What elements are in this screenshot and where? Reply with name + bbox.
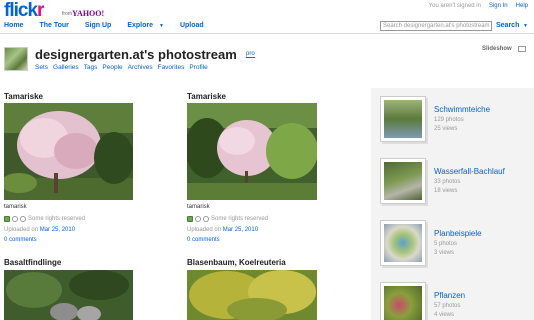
set-thumbnail[interactable] xyxy=(380,282,426,320)
subnav-galleries[interactable]: Galleries xyxy=(53,64,79,71)
rights-text: Some rights reserved xyxy=(211,216,269,222)
share-alike-icon xyxy=(203,216,209,222)
subnav-sets[interactable]: Sets xyxy=(35,64,48,71)
subnav-archives[interactable]: Archives xyxy=(128,64,153,71)
page-title: designergarten.at's photostream xyxy=(35,47,237,62)
photo-thumbnail[interactable] xyxy=(4,270,133,320)
search-button[interactable]: Search xyxy=(496,22,519,29)
set-thumbnail-image xyxy=(384,224,422,262)
cc-license-icon xyxy=(4,216,10,222)
sign-in-link[interactable]: Sign In xyxy=(489,3,508,9)
nav-explore[interactable]: Explore ▼ xyxy=(127,22,164,29)
account-links: You aren't signed in Sign In Help xyxy=(429,3,528,9)
attribution-icon xyxy=(12,216,18,222)
set-name-link[interactable]: Schwimmteiche xyxy=(434,105,490,114)
photo-thumbnail[interactable] xyxy=(187,270,317,320)
logo-text-flick: flick xyxy=(4,0,38,21)
attribution-icon xyxy=(195,216,201,222)
tamarisk-garden-photo xyxy=(187,103,317,200)
set-thumbnail-image xyxy=(384,162,422,200)
upload-date-link[interactable]: Mar 25, 2010 xyxy=(40,227,75,233)
slideshow-link[interactable]: Slideshow xyxy=(482,46,512,52)
pro-badge[interactable]: pro xyxy=(246,51,255,58)
photo-thumbnail[interactable] xyxy=(4,103,133,200)
set-item[interactable]: Schwimmteiche 129 photos 25 views xyxy=(380,96,530,148)
photostream-subnav: Sets Galleries Tags People Archives Favo… xyxy=(35,64,208,71)
set-name-link[interactable]: Pflanzen xyxy=(434,291,465,300)
license-info[interactable]: Some rights reserved xyxy=(187,216,268,222)
flickr-logo[interactable]: flick r xyxy=(4,0,45,21)
photo-title[interactable]: Tamariske xyxy=(187,92,226,101)
from-label: from xyxy=(62,11,72,17)
yahoo-logo: YAHOO! xyxy=(72,9,105,18)
set-name-link[interactable]: Planbeispiele xyxy=(434,229,482,238)
set-photo-count: 5 photos xyxy=(434,241,458,247)
set-view-count: 3 views xyxy=(434,250,455,256)
nav-home[interactable]: Home xyxy=(4,22,23,29)
photo-title[interactable]: Tamariske xyxy=(4,92,43,101)
set-item[interactable]: Pflanzen 57 photos 4 views xyxy=(380,282,530,320)
set-view-count: 25 views xyxy=(434,126,458,132)
help-link[interactable]: Help xyxy=(516,3,528,9)
search-options-chevron-icon[interactable]: ▼ xyxy=(523,23,528,29)
photo-thumbnail[interactable] xyxy=(187,103,317,200)
nav-divider xyxy=(0,33,534,34)
nav-explore-label: Explore xyxy=(127,22,154,29)
set-thumbnail[interactable] xyxy=(380,158,426,204)
basalt-boulders-photo xyxy=(4,270,133,320)
tamarisk-photo xyxy=(4,103,133,200)
photo-title[interactable]: Basaltfindlinge xyxy=(4,258,61,267)
comments-link[interactable]: 0 comments xyxy=(4,237,37,243)
nav-the-tour[interactable]: The Tour xyxy=(39,22,68,29)
nav-upload[interactable]: Upload xyxy=(180,22,204,29)
set-item[interactable]: Wasserfall-Bachlauf 33 photos 18 views xyxy=(380,158,530,210)
license-info[interactable]: Some rights reserved xyxy=(4,216,85,222)
upload-date-link[interactable]: Mar 25, 2010 xyxy=(223,227,258,233)
set-view-count: 4 views xyxy=(434,312,455,318)
set-item[interactable]: Planbeispiele 5 photos 3 views xyxy=(380,220,530,272)
set-photo-count: 33 photos xyxy=(434,179,461,185)
subnav-favorites[interactable]: Favorites xyxy=(158,64,185,71)
upload-info: Uploaded on Mar 25, 2010 xyxy=(187,227,258,233)
cc-license-icon xyxy=(187,216,193,222)
subnav-tags[interactable]: Tags xyxy=(84,64,98,71)
subnav-people[interactable]: People xyxy=(102,64,122,71)
rights-text: Some rights reserved xyxy=(28,216,86,222)
main-nav: Home The Tour Sign Up Explore ▼ Upload xyxy=(4,22,220,29)
set-photo-count: 129 photos xyxy=(434,117,464,123)
subnav-profile[interactable]: Profile xyxy=(189,64,207,71)
set-name-link[interactable]: Wasserfall-Bachlauf xyxy=(434,167,505,176)
uploaded-label: Uploaded on xyxy=(4,227,39,233)
logo-text-r: r xyxy=(37,0,44,21)
set-thumbnail[interactable] xyxy=(380,96,426,142)
chevron-down-icon[interactable]: ▼ xyxy=(159,23,164,29)
photo-title[interactable]: Blasenbaum, Koelreuteria xyxy=(187,258,286,267)
photo-caption: tamarisk xyxy=(187,204,210,210)
slideshow-icon[interactable] xyxy=(518,46,526,52)
search-input[interactable]: Search designergarten.at's photostream xyxy=(380,21,492,31)
set-view-count: 18 views xyxy=(434,188,458,194)
nav-sign-up[interactable]: Sign Up xyxy=(85,22,111,29)
set-thumbnail[interactable] xyxy=(380,220,426,266)
set-photo-count: 57 photos xyxy=(434,303,461,309)
not-signed-in-text: You aren't signed in xyxy=(428,3,481,9)
comments-link[interactable]: 0 comments xyxy=(187,237,220,243)
photo-caption: tamarisk xyxy=(4,204,27,210)
set-thumbnail-image xyxy=(384,100,422,138)
uploaded-label: Uploaded on xyxy=(187,227,222,233)
koelreuteria-photo xyxy=(187,270,317,320)
upload-info: Uploaded on Mar 25, 2010 xyxy=(4,227,75,233)
share-alike-icon xyxy=(20,216,26,222)
set-thumbnail-image xyxy=(384,286,422,320)
avatar[interactable] xyxy=(4,47,28,71)
